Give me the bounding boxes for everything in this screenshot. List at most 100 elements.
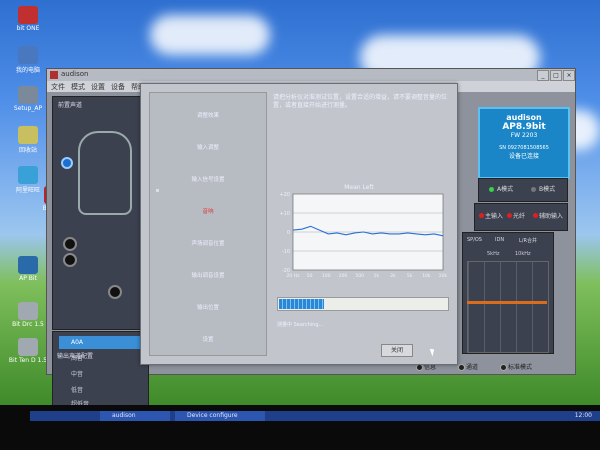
- mode-b-indicator-icon: [531, 187, 536, 192]
- response-chart: Mean Left +20 +10 0 -10 -20 20 Hz 50 100 200 500 1…: [269, 184, 449, 294]
- channel-item[interactable]: 低音: [59, 384, 145, 397]
- status-channel: 通道: [466, 364, 479, 371]
- app-shortcut-icon: [18, 6, 38, 24]
- menu-device[interactable]: 设备: [111, 82, 125, 92]
- mode-a-button[interactable]: A模式: [497, 184, 513, 193]
- maximize-icon[interactable]: □: [550, 70, 562, 81]
- desktop-icon-label: bit ONE: [16, 25, 40, 32]
- response-chart-svg: +20+100-10-2020 Hz 50 100 200 500 1k 2k 5k 10k 20…: [279, 192, 448, 279]
- chart-xtick-label: 20k: [439, 273, 448, 279]
- channel-item[interactable]: A0A: [59, 336, 145, 349]
- app-title: audison: [61, 70, 89, 78]
- instructions-text: 请把分析仪对准测试位置，设置合适的增益，请不要调整音量的位置，或者直接开始进行测…: [273, 94, 448, 109]
- taskbar-button-device-config[interactable]: Device configure: [175, 411, 265, 421]
- eq-grid: [467, 261, 549, 353]
- mode-b-button[interactable]: B模式: [539, 184, 555, 193]
- app-shortcut-icon: [18, 302, 38, 320]
- chart-ytick-label: -10: [282, 249, 290, 255]
- mouse-cursor-icon: [429, 347, 437, 357]
- chart-xtick-label: 20 Hz: [287, 273, 301, 279]
- taskbar: audison Device configure 12:00: [0, 405, 600, 450]
- status-dot-icon: [500, 364, 507, 371]
- speaker-rear-left-2[interactable]: [63, 253, 77, 267]
- minimize-icon[interactable]: _: [537, 70, 549, 81]
- device-model: AP8.9bit: [502, 122, 546, 132]
- app-logo-icon: [50, 71, 58, 79]
- menu-settings[interactable]: 设置: [91, 82, 105, 92]
- optical-input-indicator-icon: [507, 213, 512, 218]
- eq-freq-label: 5kHz: [487, 251, 500, 257]
- speaker-front-left-selected[interactable]: [61, 157, 73, 169]
- wizard-step[interactable]: 输入调整: [150, 143, 266, 151]
- desktop-icon[interactable]: Setup_AP: [4, 86, 52, 112]
- eq-header-lr[interactable]: L/R合并: [519, 237, 537, 244]
- channel-list: A0A 高音 中音 低音 超低音: [52, 331, 149, 411]
- close-icon[interactable]: ×: [563, 70, 575, 81]
- chart-ytick-label: 0: [287, 230, 290, 236]
- eq-freq-label: 10kHz: [515, 251, 531, 257]
- app-shortcut-icon: [18, 256, 38, 274]
- desktop-icon[interactable]: 我的电脑: [4, 46, 52, 74]
- car-speaker-panel: 前置声道: [52, 96, 146, 330]
- car-panel-label: 前置声道: [58, 102, 83, 109]
- cloud: [150, 15, 270, 55]
- chart-xtick-label: 5k: [407, 273, 413, 279]
- main-input-button[interactable]: 主输入: [485, 211, 503, 220]
- chart-xtick-label: 2k: [390, 273, 396, 279]
- measurement-progress-bar: [277, 297, 449, 311]
- status-dot-icon: [458, 364, 465, 371]
- chart-ytick-label: +10: [279, 211, 290, 217]
- device-brand: audison: [506, 113, 542, 122]
- mode-a-indicator-icon: [489, 187, 494, 192]
- wizard-steps: 调整效果输入调整输入信号设置 音响声场调音位置 输出调音设置 输出位置设置: [149, 92, 267, 356]
- wizard-step[interactable]: 音响: [150, 207, 266, 215]
- close-button[interactable]: 关闭: [381, 344, 413, 357]
- channel-item[interactable]: 中音: [59, 368, 145, 381]
- app-shortcut-icon: [18, 46, 38, 64]
- mode-selector: A模式 B模式: [478, 178, 568, 202]
- chart-xtick-label: 500: [355, 273, 364, 279]
- chart-xtick-label: 10k: [422, 273, 431, 279]
- wizard-step[interactable]: 输出调音设置: [150, 271, 266, 279]
- eq-header-idn[interactable]: IDN: [495, 237, 504, 243]
- aux-input-button[interactable]: 辅助输入: [539, 211, 563, 220]
- progress-status: 测量中 Searching...: [277, 322, 324, 328]
- device-info-card: audison AP8.9bit FW 2203 SN 092708150856…: [478, 107, 570, 179]
- app-shortcut-icon: [18, 338, 38, 356]
- status-dot-icon: [416, 364, 423, 371]
- subwoofer-speaker[interactable]: [108, 285, 122, 299]
- wizard-step[interactable]: 设置: [150, 335, 266, 343]
- wizard-step[interactable]: 声场调音位置: [150, 239, 266, 247]
- desktop-icon[interactable]: bit ONE: [4, 6, 52, 32]
- device-status: 设备已连接: [508, 153, 539, 160]
- speaker-rear-left[interactable]: [63, 237, 77, 251]
- chart-xtick-label: 200: [339, 273, 348, 279]
- desktop-icon[interactable]: 回收站: [4, 126, 52, 154]
- wizard-step[interactable]: 输出位置: [150, 303, 266, 311]
- wizard-step[interactable]: 调整效果: [150, 111, 266, 119]
- desktop-icon-label: 回收站: [18, 147, 37, 154]
- app-shortcut-icon: [18, 86, 38, 104]
- chart-ytick-label: +20: [279, 192, 290, 198]
- taskbar-button-audison[interactable]: audison: [100, 411, 170, 421]
- app-shortcut-icon: [18, 126, 38, 144]
- wizard-step[interactable]: 输入信号设置: [150, 175, 266, 183]
- status-mode: 标准模式: [508, 364, 533, 371]
- eq-curve-line[interactable]: [467, 301, 547, 304]
- progress-fill: [279, 299, 325, 309]
- desktop-icon-label: Setup_AP: [13, 105, 43, 112]
- chart-xtick-label: 50: [307, 273, 313, 279]
- app-titlebar[interactable]: audison _ □ ×: [47, 69, 575, 81]
- aux-input-indicator-icon: [533, 213, 538, 218]
- app-shortcut-icon: [18, 166, 38, 184]
- eq-panel: SP/OS IDN L/R合并 5kHz 10kHz: [462, 232, 554, 354]
- menu-mode[interactable]: 模式: [71, 82, 85, 92]
- desktop-icon-label: 我的电脑: [15, 67, 40, 74]
- eq-header-spos: SP/OS: [467, 237, 482, 243]
- optical-input-button[interactable]: 光纤: [513, 211, 525, 220]
- step-bullet-icon: [156, 189, 159, 192]
- menu-file[interactable]: 文件: [51, 82, 65, 92]
- main-input-indicator-icon: [479, 213, 484, 218]
- car-outline-icon: [78, 131, 132, 215]
- output-config-label: 输出声道配置: [57, 353, 94, 360]
